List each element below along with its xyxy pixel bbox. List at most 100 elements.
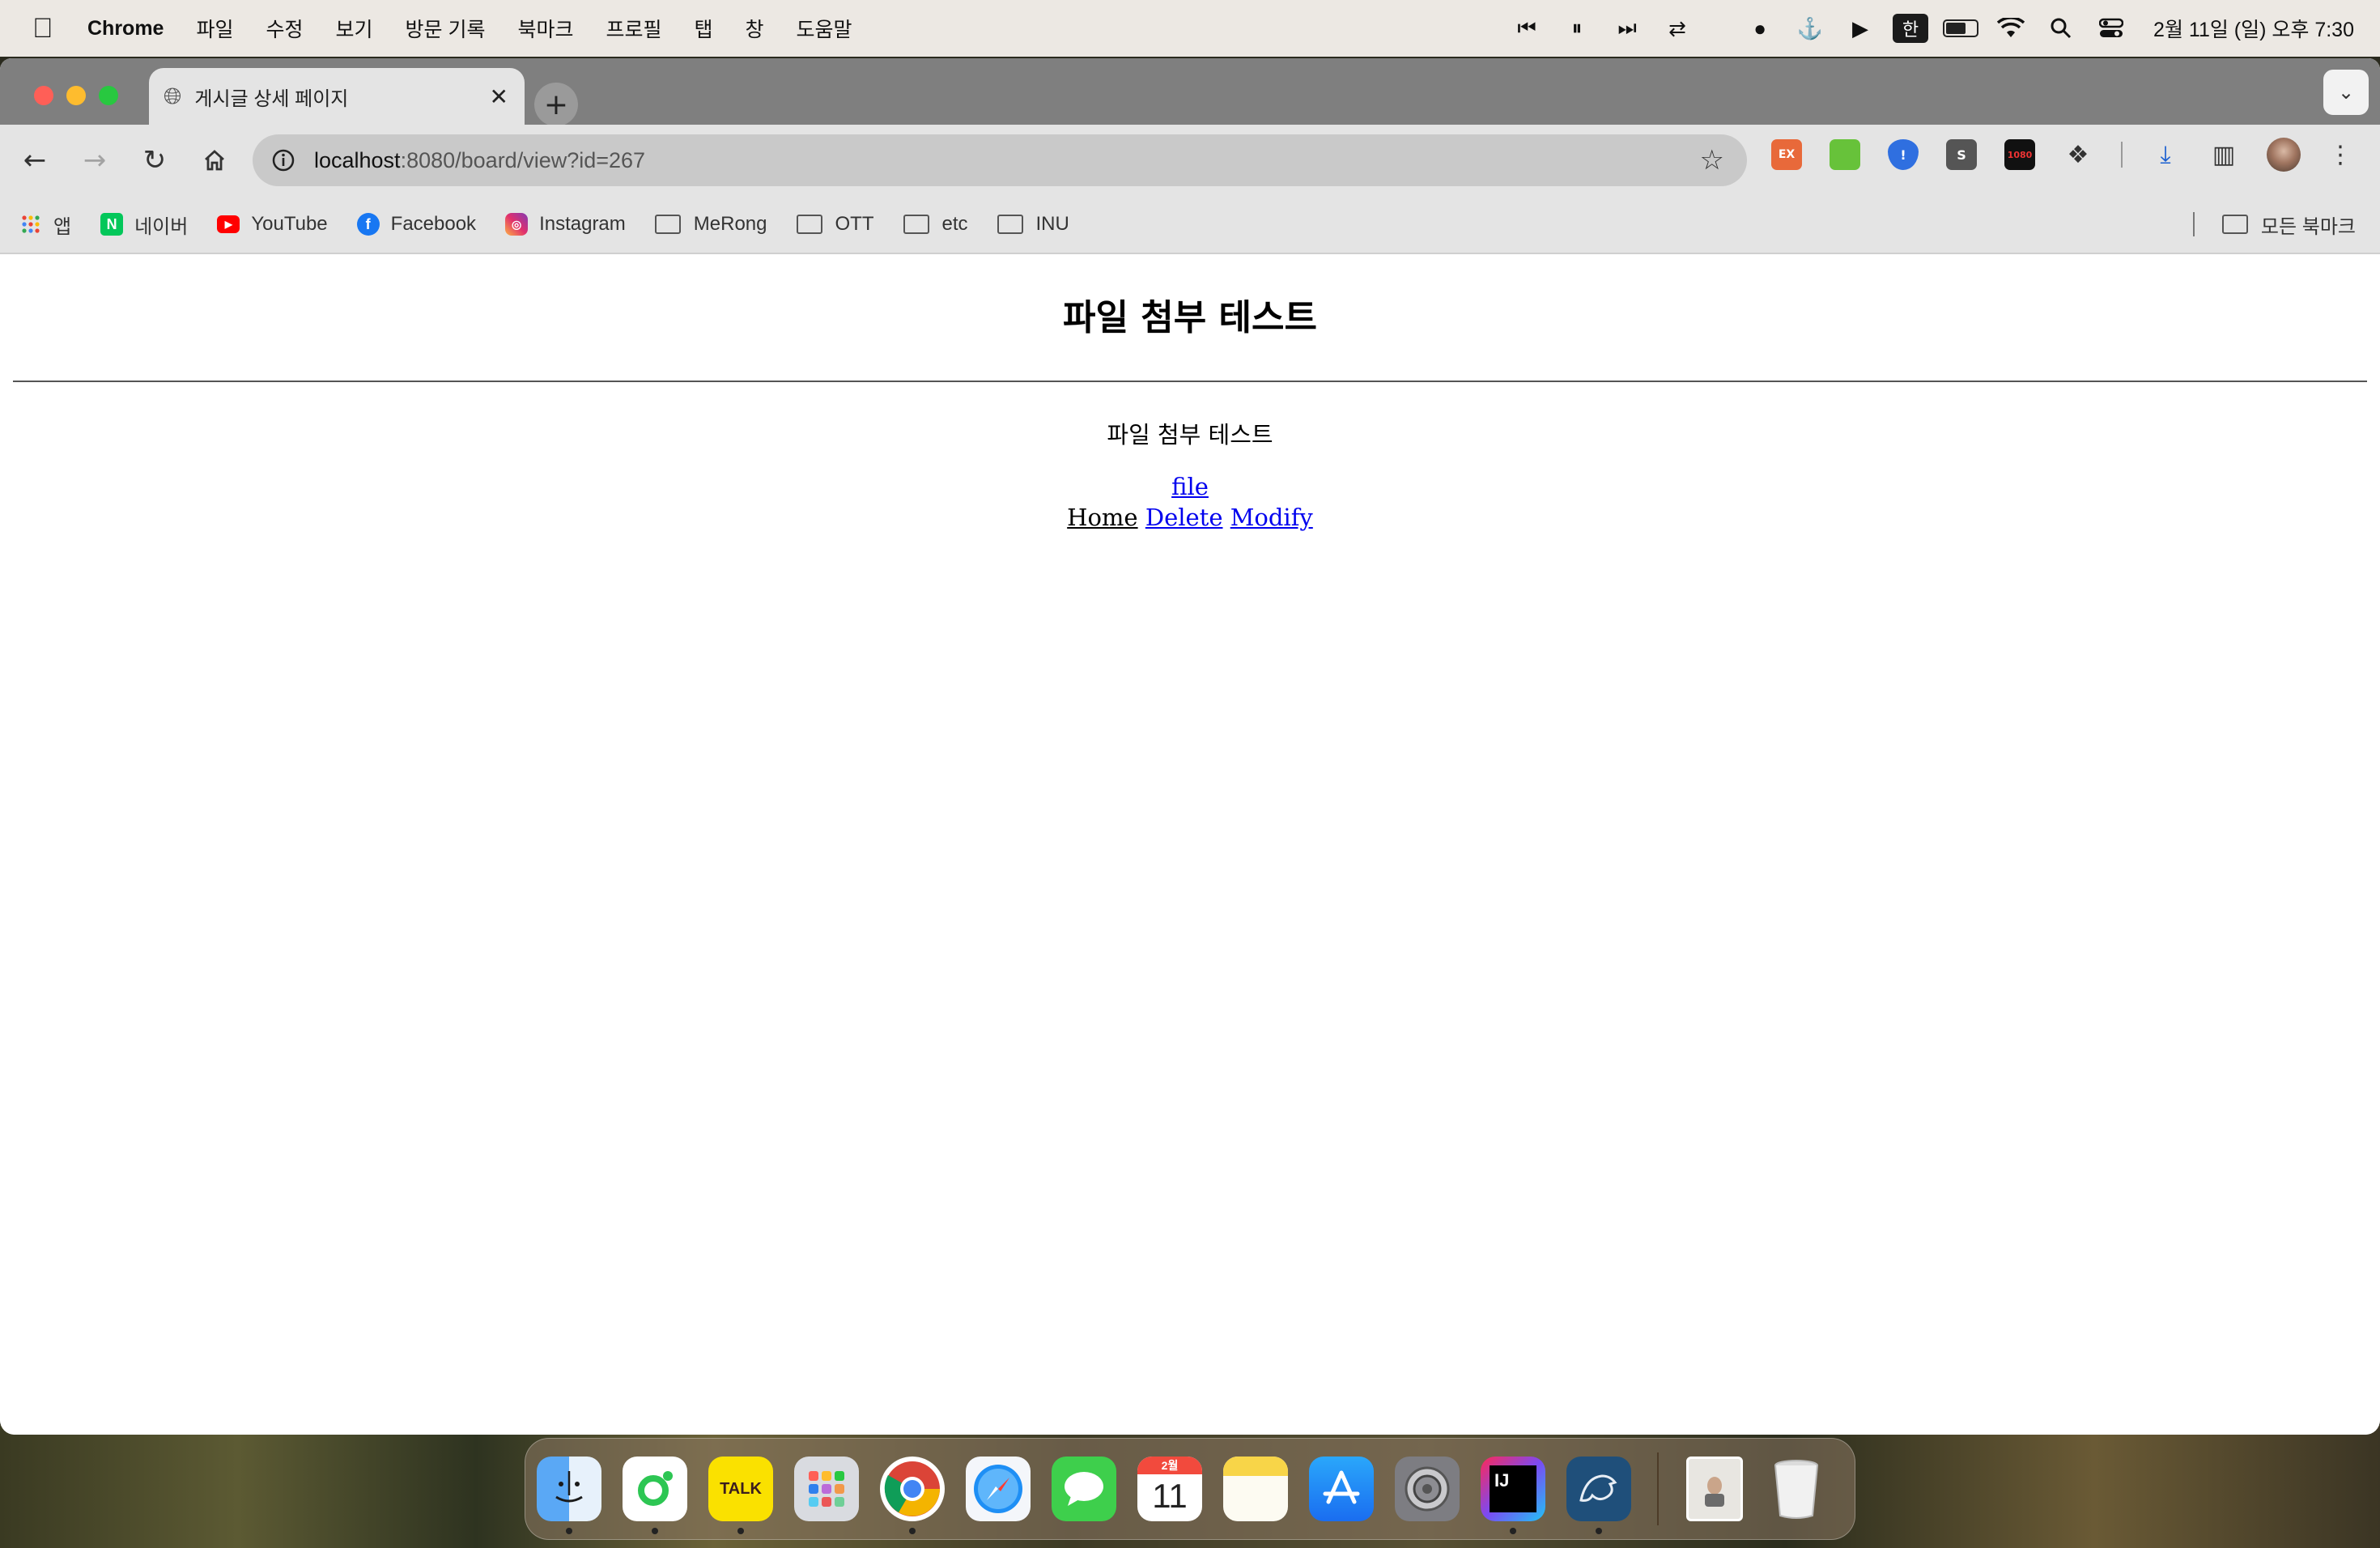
bookmark-instagram[interactable]: ◎ Instagram: [505, 213, 626, 236]
app-store-icon[interactable]: [1309, 1457, 1374, 1521]
all-bookmarks-button[interactable]: 모든 북마크: [2221, 211, 2356, 239]
extension-green-icon[interactable]: [1830, 139, 1860, 170]
menu-clock[interactable]: 2월 11일 (일) 오후 7:30: [2153, 14, 2354, 43]
running-indicator: [909, 1528, 916, 1534]
folder-icon: [796, 215, 822, 234]
menu-app-name[interactable]: Chrome: [87, 17, 164, 40]
instagram-icon: ◎: [505, 213, 529, 236]
media-next-icon[interactable]: ⏭: [1609, 11, 1645, 46]
post-content: 파일 첨부 테스트: [1107, 421, 1273, 449]
url-path: :8080/board/view?id=267: [400, 147, 646, 172]
modify-link[interactable]: Modify: [1230, 504, 1313, 531]
kakaotalk-label: TALK: [720, 1479, 762, 1498]
battery-icon[interactable]: [1943, 11, 1979, 46]
menu-profiles[interactable]: 프로필: [606, 14, 661, 43]
extension-1080-icon[interactable]: 1080: [2004, 139, 2035, 170]
bookmark-label: 앱: [53, 215, 72, 238]
bookmark-star-icon[interactable]: ☆: [1700, 144, 1724, 176]
safari-icon[interactable]: [966, 1457, 1031, 1521]
home-icon[interactable]: [189, 135, 240, 185]
downloads-stack-icon[interactable]: [1686, 1457, 1743, 1521]
menu-tab[interactable]: 탭: [695, 14, 713, 43]
extension-ex-icon[interactable]: EX: [1771, 139, 1802, 170]
spotlight-search-icon[interactable]: [2043, 11, 2079, 46]
control-center-icon[interactable]: [2093, 11, 2129, 46]
bookmark-folder-merong[interactable]: MeRong: [654, 213, 767, 236]
input-method-indicator[interactable]: 한: [1893, 14, 1929, 43]
extension-shield-icon[interactable]: !: [1888, 139, 1919, 170]
tab-strip: 🌐︎ 게시글 상세 페이지 ✕ + ⌄: [0, 58, 2380, 126]
extension-s-icon[interactable]: S: [1946, 139, 1977, 170]
site-info-icon[interactable]: [267, 144, 300, 176]
play-circle-icon[interactable]: ▶: [1842, 11, 1878, 46]
zoom-window-button[interactable]: [99, 86, 118, 105]
mysql-workbench-icon[interactable]: [1566, 1457, 1631, 1534]
wifi-icon[interactable]: [1993, 11, 2029, 46]
dock: TALK 2월 11 IJ: [525, 1438, 1855, 1540]
kakaotalk-icon[interactable]: TALK: [708, 1457, 773, 1534]
all-bookmarks-label: 모든 북마크: [2260, 215, 2356, 238]
download-icon[interactable]: ⤓: [2150, 139, 2181, 170]
bookmark-label: etc: [941, 213, 968, 235]
running-indicator: [1510, 1528, 1516, 1534]
more-menu-icon[interactable]: ⋮: [2325, 139, 2356, 170]
bookmark-naver[interactable]: N 네이버: [100, 211, 188, 239]
bookmarks-bar: 앱 N 네이버 ▶ YouTube f Facebook ◎ Instagram…: [0, 196, 2380, 254]
bookmark-folder-ott[interactable]: OTT: [796, 213, 874, 236]
apple-menu-icon[interactable]: : [32, 13, 65, 45]
close-tab-icon[interactable]: ✕: [490, 83, 508, 110]
bookmark-folder-etc[interactable]: etc: [903, 213, 968, 236]
system-settings-icon[interactable]: [1395, 1457, 1460, 1521]
new-tab-button[interactable]: +: [534, 83, 578, 126]
tab-active[interactable]: 🌐︎ 게시글 상세 페이지 ✕: [149, 68, 525, 125]
menu-window[interactable]: 창: [746, 14, 764, 43]
media-pause-icon[interactable]: ⏸: [1559, 11, 1595, 46]
minimize-window-button[interactable]: [66, 86, 86, 105]
close-window-button[interactable]: [34, 86, 53, 105]
launchpad-icon[interactable]: [794, 1457, 859, 1521]
shuffle-icon[interactable]: ⇄: [1660, 11, 1695, 46]
intellij-icon[interactable]: IJ: [1481, 1457, 1545, 1534]
tab-search-chevron-icon[interactable]: ⌄: [2323, 70, 2369, 115]
address-bar[interactable]: localhost:8080/board/view?id=267 ☆: [253, 134, 1747, 186]
back-arrow-icon[interactable]: ←: [10, 135, 60, 185]
url-text[interactable]: localhost:8080/board/view?id=267: [314, 148, 1700, 173]
folder-icon: [654, 215, 681, 234]
folder-icon: [2221, 215, 2248, 234]
extensions-puzzle-icon[interactable]: ❖: [2063, 139, 2093, 170]
delete-link[interactable]: Delete: [1145, 504, 1223, 531]
home-link[interactable]: Home: [1067, 504, 1137, 531]
bookmark-folder-inu[interactable]: INU: [997, 213, 1069, 236]
reload-icon[interactable]: ↻: [130, 135, 180, 185]
folder-icon: [997, 215, 1023, 234]
green-ring-app-icon[interactable]: [623, 1457, 687, 1534]
bookmark-youtube[interactable]: ▶ YouTube: [217, 213, 328, 236]
finder-icon[interactable]: [537, 1457, 601, 1534]
page-content: 파일 첨부 테스트 파일 첨부 테스트 file Home Delete Mod…: [0, 254, 2380, 1435]
file-download-link[interactable]: file: [1171, 473, 1209, 500]
menu-view[interactable]: 보기: [336, 14, 373, 43]
running-indicator: [566, 1528, 572, 1534]
notification-chat-icon[interactable]: ●: [1742, 11, 1778, 46]
chrome-icon[interactable]: [880, 1457, 945, 1534]
forward-arrow-icon[interactable]: →: [70, 135, 120, 185]
side-panel-icon[interactable]: ▥: [2208, 139, 2239, 170]
menu-edit[interactable]: 수정: [266, 14, 303, 43]
messages-icon[interactable]: [1052, 1457, 1116, 1521]
airpods-icon[interactable]: ⚓: [1792, 11, 1828, 46]
menu-file[interactable]: 파일: [196, 14, 233, 43]
bookmark-facebook[interactable]: f Facebook: [356, 213, 476, 236]
media-previous-icon[interactable]: ⏮: [1509, 11, 1545, 46]
bookmark-label: YouTube: [251, 213, 328, 235]
facebook-icon: f: [356, 213, 380, 236]
bookmark-apps[interactable]: 앱: [19, 211, 71, 239]
profile-avatar[interactable]: [2267, 138, 2301, 172]
menu-bookmarks[interactable]: 북마크: [517, 14, 573, 43]
menu-history[interactable]: 방문 기록: [406, 14, 486, 43]
calendar-icon[interactable]: 2월 11: [1137, 1457, 1202, 1521]
trash-icon[interactable]: [1764, 1457, 1829, 1521]
running-indicator: [1596, 1528, 1602, 1534]
menu-help[interactable]: 도움말: [797, 14, 852, 43]
notes-icon[interactable]: [1223, 1457, 1288, 1521]
youtube-icon: ▶: [217, 215, 240, 233]
